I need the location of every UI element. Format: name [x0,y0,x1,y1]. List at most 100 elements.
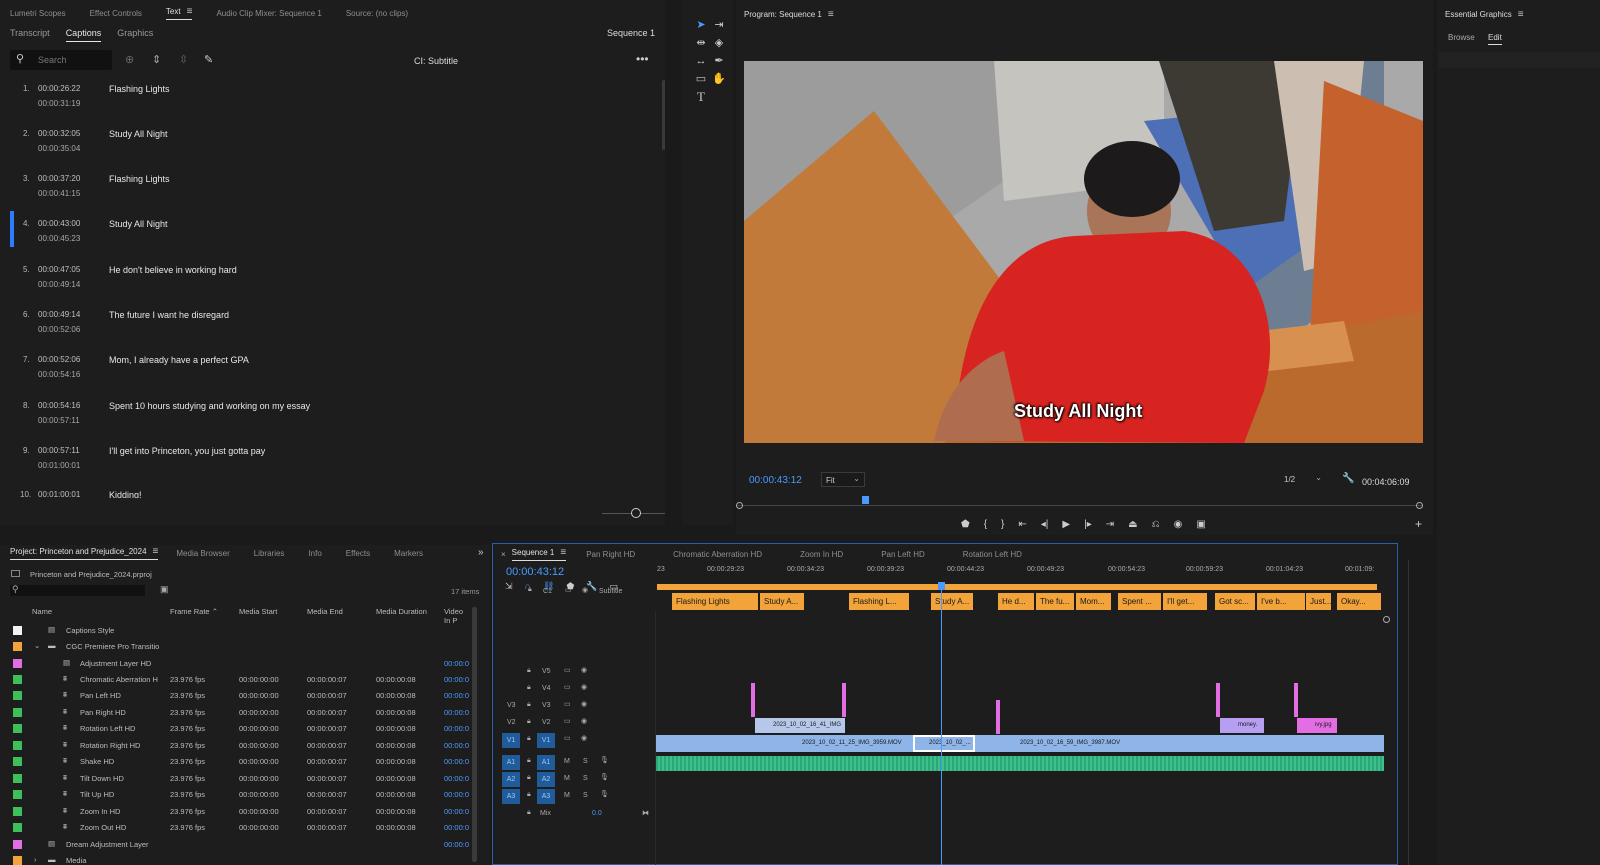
tab-pan-right-hd[interactable]: Pan Right HD [586,550,635,559]
caption-out[interactable]: 00:00:31:19 [38,99,80,108]
program-menu-icon[interactable]: ≡ [828,9,834,20]
go-to-in-icon[interactable]: ⇤ [1018,519,1026,530]
hand-tool-icon[interactable]: ✋ [711,71,727,87]
captions-scrollbar[interactable] [662,80,665,150]
caption-out[interactable]: 00:00:41:15 [38,189,80,198]
eye-icon[interactable]: ◉ [581,734,587,742]
tab-source[interactable]: Source: (no clips) [346,9,408,18]
caption-clip[interactable]: Got sc... [1215,593,1255,610]
selection-tool-icon[interactable]: ➤ [693,17,709,33]
column-header-media-duration[interactable]: Media Duration [376,607,427,616]
more-options-icon[interactable]: ••• [636,52,649,66]
caption-clip[interactable]: Mom... [1076,593,1111,610]
column-header-media-start[interactable]: Media Start [239,607,277,616]
sync-icon[interactable]: ▭ [564,700,571,708]
solo-button[interactable]: S [583,792,588,799]
resolution-dropdown[interactable]: 1/2 ⌄ [1280,472,1326,487]
adjustment-layer-clip[interactable] [1294,683,1298,717]
eg-menu-icon[interactable]: ≡ [1518,9,1524,20]
lock-icon[interactable]: 🔒︎ [527,667,531,675]
add-marker-icon[interactable]: ⬟ [961,519,970,530]
lock-icon[interactable]: 🔒︎ [527,791,531,799]
project-row[interactable]: ⩩ Tilt Down HD 23.976 fps 00:00:00:00 00:00:… [0,770,470,786]
caption-out[interactable]: 00:00:45:23 [38,234,80,243]
lock-icon[interactable]: 🔒︎ [527,809,531,817]
mix-end-icon[interactable]: ⧓ [642,809,649,817]
adjustment-layer-clip[interactable] [751,683,755,717]
lock-icon[interactable]: 🔒︎ [528,586,532,594]
tab-libraries[interactable]: Libraries [254,549,285,558]
subtab-graphics[interactable]: Graphics [117,28,153,42]
comparison-view-icon[interactable]: ▣ [1196,519,1205,530]
tab-effect-controls[interactable]: Effect Controls [90,9,142,18]
caption-clip[interactable]: Just... [1306,593,1331,610]
timeline-menu-icon[interactable]: ≡ [560,547,566,558]
caption-in[interactable]: 00:00:37:20 [38,174,80,183]
close-icon[interactable]: × [501,550,506,559]
video-clip[interactable]: ivy.jpg [1297,718,1337,733]
tab-pan-left-hd[interactable]: Pan Left HD [881,550,925,559]
caption-in[interactable]: 00:00:47:05 [38,265,80,274]
project-scrollbar[interactable] [472,607,477,862]
track-target-a2[interactable]: A2 [537,772,555,787]
tab-sequence-1[interactable]: Sequence 1 ≡ [511,547,567,561]
caption-text[interactable]: I'll get into Princeton, you just gotta … [109,446,265,456]
track-header-v3[interactable]: V3 🔒︎ V3 ▭ ◉ [492,698,655,715]
program-timecode[interactable]: 00:00:43:12 [749,475,802,486]
track-header-v1[interactable]: V1 🔒︎ V1 ▭ ◉ [492,732,655,750]
tab-project[interactable]: Project: Princeton and Prejudice_2024 ≡ [10,546,159,560]
caption-row[interactable]: 3. 00:00:37:20 00:00:41:15 Flashing Lights [0,174,650,220]
merge-caption-icon[interactable]: ⇳ [179,53,188,66]
project-row[interactable]: ▤ Captions Style [0,622,470,638]
caption-text[interactable]: The future I want he disregard [109,310,229,320]
scrub-end-handle[interactable] [1416,502,1423,509]
caption-clip[interactable]: I'll get... [1163,593,1207,610]
audio-track-a2-lane[interactable] [656,773,1384,788]
caption-text[interactable]: He don't believe in working hard [109,265,237,275]
project-search-input[interactable]: ⚲ [10,584,145,596]
adjustment-layer-clip[interactable] [996,700,1000,734]
project-row[interactable]: ⩩ Zoom In HD 23.976 fps 00:00:00:00 00:00:00… [0,803,470,819]
mute-button[interactable]: M [564,758,570,765]
video-frame[interactable]: Study All Night [744,61,1423,443]
caption-clip[interactable]: Flashing Lights [672,593,758,610]
caption-in[interactable]: 00:00:32:05 [38,129,80,138]
caption-clip[interactable]: The fu... [1036,593,1074,610]
column-header-name[interactable]: Name [32,607,52,616]
caption-row[interactable]: 7. 00:00:52:06 00:00:54:16 Mom, I already h… [0,355,650,401]
caption-out[interactable]: 00:00:54:16 [38,370,80,379]
project-row[interactable]: ⩩ Pan Right HD 23.976 fps 00:00:00:00 00:00:… [0,704,470,720]
caption-clip[interactable]: Spent ... [1118,593,1161,610]
project-row[interactable]: ▤ Dream Adjustment Layer 00:00:0 [0,836,470,852]
add-caption-icon[interactable]: ⊕ [125,53,134,66]
caption-clip[interactable]: Study A... [931,593,973,610]
source-patch-v1[interactable]: V1 [502,733,520,748]
caption-in[interactable]: 00:00:57:11 [38,446,80,455]
caption-clip[interactable]: Study A... [760,593,804,610]
captions-icon[interactable]: ▭ [565,586,572,594]
sync-icon[interactable]: ▭ [564,734,571,742]
caption-in[interactable]: 00:00:43:00 [38,219,80,228]
audio-clip-a1[interactable] [656,756,1384,771]
eye-icon[interactable]: ◉ [582,586,588,594]
caption-row[interactable]: 10. 00:01:00:01 Kidding! [0,490,650,498]
track-header-v5[interactable]: 🔒︎ V5 ▭ ◉ [492,664,655,681]
tab-lumetri-scopes[interactable]: Lumetri Scopes [10,9,66,18]
caption-row[interactable]: 6. 00:00:49:14 00:00:52:06 The future I wan… [0,310,650,356]
tab-media-browser[interactable]: Media Browser [176,549,229,558]
project-row[interactable]: ⩩ Zoom Out HD 23.976 fps 00:00:00:00 00:00:0… [0,819,470,835]
caption-out[interactable]: 00:01:00:01 [38,461,80,470]
tab-zoom-in-hd[interactable]: Zoom In HD [800,550,843,559]
mark-out-icon[interactable]: } [1001,519,1004,530]
add-button-icon[interactable]: + [1415,517,1422,531]
zoom-slider-handle[interactable] [631,508,641,518]
lift-icon[interactable]: ⏏ [1128,519,1137,530]
caption-text[interactable]: Mom, I already have a perfect GPA [109,355,249,365]
caption-clip[interactable]: I've b... [1257,593,1305,610]
subtitle-overlay[interactable]: Study All Night [1014,401,1142,422]
video-clip[interactable]: 2023_10_02_11_25_IMG_3959.MOV [788,735,908,752]
track-target-v1[interactable]: V1 [537,733,555,748]
track-header-a3[interactable]: A3 🔒︎ A3 M S 🎙︎ [492,788,655,805]
slip-tool-icon[interactable]: ↔ [693,53,709,69]
project-row[interactable]: ⩩ Rotation Left HD 23.976 fps 00:00:00:00 00… [0,720,470,736]
